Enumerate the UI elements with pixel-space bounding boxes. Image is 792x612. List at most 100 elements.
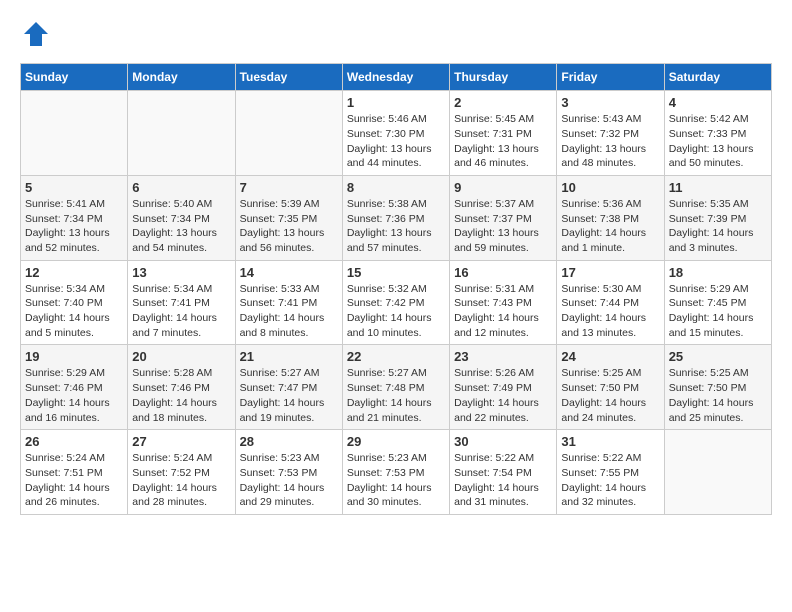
calendar-cell: 21 Sunrise: 5:27 AM Sunset: 7:47 PM Dayli… xyxy=(235,345,342,430)
logo xyxy=(20,20,50,53)
calendar-table: SundayMondayTuesdayWednesdayThursdayFrid… xyxy=(20,63,772,515)
logo-icon xyxy=(22,20,50,48)
day-number: 3 xyxy=(561,95,659,110)
day-number: 8 xyxy=(347,180,445,195)
day-info: Sunrise: 5:28 AM Sunset: 7:46 PM Dayligh… xyxy=(132,366,230,425)
weekday-header-saturday: Saturday xyxy=(664,64,771,91)
day-info: Sunrise: 5:45 AM Sunset: 7:31 PM Dayligh… xyxy=(454,112,552,171)
calendar-week-row: 26 Sunrise: 5:24 AM Sunset: 7:51 PM Dayli… xyxy=(21,430,772,515)
weekday-header-sunday: Sunday xyxy=(21,64,128,91)
day-number: 2 xyxy=(454,95,552,110)
day-info: Sunrise: 5:37 AM Sunset: 7:37 PM Dayligh… xyxy=(454,197,552,256)
calendar-cell: 10 Sunrise: 5:36 AM Sunset: 7:38 PM Dayli… xyxy=(557,175,664,260)
calendar-cell: 15Sunrise: 5:32 AM Sunset: 7:42 PM Dayli… xyxy=(342,260,449,345)
day-info: Sunrise: 5:27 AM Sunset: 7:47 PM Dayligh… xyxy=(240,366,338,425)
calendar-cell: 22Sunrise: 5:27 AM Sunset: 7:48 PM Dayli… xyxy=(342,345,449,430)
day-number: 18 xyxy=(669,265,767,280)
day-number: 25 xyxy=(669,349,767,364)
calendar-cell: 19 Sunrise: 5:29 AM Sunset: 7:46 PM Dayli… xyxy=(21,345,128,430)
day-info: Sunrise: 5:35 AM Sunset: 7:39 PM Dayligh… xyxy=(669,197,767,256)
day-info: Sunrise: 5:31 AM Sunset: 7:43 PM Dayligh… xyxy=(454,282,552,341)
day-number: 15 xyxy=(347,265,445,280)
day-info: Sunrise: 5:41 AM Sunset: 7:34 PM Dayligh… xyxy=(25,197,123,256)
day-info: Sunrise: 5:34 AM Sunset: 7:41 PM Dayligh… xyxy=(132,282,230,341)
calendar-cell: 28 Sunrise: 5:23 AM Sunset: 7:53 PM Dayli… xyxy=(235,430,342,515)
calendar-cell: 8Sunrise: 5:38 AM Sunset: 7:36 PM Daylig… xyxy=(342,175,449,260)
calendar-cell: 20 Sunrise: 5:28 AM Sunset: 7:46 PM Dayli… xyxy=(128,345,235,430)
day-number: 16 xyxy=(454,265,552,280)
day-info: Sunrise: 5:27 AM Sunset: 7:48 PM Dayligh… xyxy=(347,366,445,425)
day-info: Sunrise: 5:42 AM Sunset: 7:33 PM Dayligh… xyxy=(669,112,767,171)
day-info: Sunrise: 5:22 AM Sunset: 7:54 PM Dayligh… xyxy=(454,451,552,510)
calendar-week-row: 19 Sunrise: 5:29 AM Sunset: 7:46 PM Dayli… xyxy=(21,345,772,430)
day-number: 12 xyxy=(25,265,123,280)
day-info: Sunrise: 5:25 AM Sunset: 7:50 PM Dayligh… xyxy=(561,366,659,425)
calendar-cell: 2 Sunrise: 5:45 AM Sunset: 7:31 PM Daylig… xyxy=(450,91,557,176)
weekday-header-tuesday: Tuesday xyxy=(235,64,342,91)
day-number: 23 xyxy=(454,349,552,364)
calendar-cell xyxy=(21,91,128,176)
calendar-cell: 14 Sunrise: 5:33 AM Sunset: 7:41 PM Dayli… xyxy=(235,260,342,345)
day-number: 11 xyxy=(669,180,767,195)
day-number: 10 xyxy=(561,180,659,195)
calendar-cell: 13 Sunrise: 5:34 AM Sunset: 7:41 PM Dayli… xyxy=(128,260,235,345)
day-info: Sunrise: 5:46 AM Sunset: 7:30 PM Dayligh… xyxy=(347,112,445,171)
day-number: 14 xyxy=(240,265,338,280)
day-number: 26 xyxy=(25,434,123,449)
day-number: 19 xyxy=(25,349,123,364)
day-number: 28 xyxy=(240,434,338,449)
weekday-header-row: SundayMondayTuesdayWednesdayThursdayFrid… xyxy=(21,64,772,91)
calendar-cell: 30Sunrise: 5:22 AM Sunset: 7:54 PM Dayli… xyxy=(450,430,557,515)
day-number: 20 xyxy=(132,349,230,364)
day-info: Sunrise: 5:24 AM Sunset: 7:51 PM Dayligh… xyxy=(25,451,123,510)
calendar-cell: 3 Sunrise: 5:43 AM Sunset: 7:32 PM Daylig… xyxy=(557,91,664,176)
day-number: 1 xyxy=(347,95,445,110)
calendar-cell: 26 Sunrise: 5:24 AM Sunset: 7:51 PM Dayli… xyxy=(21,430,128,515)
day-info: Sunrise: 5:36 AM Sunset: 7:38 PM Dayligh… xyxy=(561,197,659,256)
weekday-header-wednesday: Wednesday xyxy=(342,64,449,91)
day-number: 31 xyxy=(561,434,659,449)
calendar-cell xyxy=(128,91,235,176)
page-header xyxy=(20,20,772,53)
day-number: 9 xyxy=(454,180,552,195)
weekday-header-thursday: Thursday xyxy=(450,64,557,91)
day-number: 13 xyxy=(132,265,230,280)
calendar-cell: 6 Sunrise: 5:40 AM Sunset: 7:34 PM Daylig… xyxy=(128,175,235,260)
day-info: Sunrise: 5:29 AM Sunset: 7:45 PM Dayligh… xyxy=(669,282,767,341)
day-number: 4 xyxy=(669,95,767,110)
calendar-cell: 1 Sunrise: 5:46 AM Sunset: 7:30 PM Daylig… xyxy=(342,91,449,176)
calendar-cell: 23 Sunrise: 5:26 AM Sunset: 7:49 PM Dayli… xyxy=(450,345,557,430)
calendar-cell: 27 Sunrise: 5:24 AM Sunset: 7:52 PM Dayli… xyxy=(128,430,235,515)
day-info: Sunrise: 5:25 AM Sunset: 7:50 PM Dayligh… xyxy=(669,366,767,425)
calendar-week-row: 12 Sunrise: 5:34 AM Sunset: 7:40 PM Dayli… xyxy=(21,260,772,345)
day-number: 27 xyxy=(132,434,230,449)
day-info: Sunrise: 5:33 AM Sunset: 7:41 PM Dayligh… xyxy=(240,282,338,341)
day-info: Sunrise: 5:30 AM Sunset: 7:44 PM Dayligh… xyxy=(561,282,659,341)
day-info: Sunrise: 5:43 AM Sunset: 7:32 PM Dayligh… xyxy=(561,112,659,171)
calendar-cell: 12 Sunrise: 5:34 AM Sunset: 7:40 PM Dayli… xyxy=(21,260,128,345)
day-number: 6 xyxy=(132,180,230,195)
calendar-cell: 25 Sunrise: 5:25 AM Sunset: 7:50 PM Dayli… xyxy=(664,345,771,430)
day-number: 29 xyxy=(347,434,445,449)
day-info: Sunrise: 5:24 AM Sunset: 7:52 PM Dayligh… xyxy=(132,451,230,510)
calendar-cell: 7Sunrise: 5:39 AM Sunset: 7:35 PM Daylig… xyxy=(235,175,342,260)
calendar-cell: 9 Sunrise: 5:37 AM Sunset: 7:37 PM Daylig… xyxy=(450,175,557,260)
day-info: Sunrise: 5:23 AM Sunset: 7:53 PM Dayligh… xyxy=(240,451,338,510)
day-number: 24 xyxy=(561,349,659,364)
day-info: Sunrise: 5:22 AM Sunset: 7:55 PM Dayligh… xyxy=(561,451,659,510)
calendar-cell: 31 Sunrise: 5:22 AM Sunset: 7:55 PM Dayli… xyxy=(557,430,664,515)
day-number: 21 xyxy=(240,349,338,364)
day-info: Sunrise: 5:34 AM Sunset: 7:40 PM Dayligh… xyxy=(25,282,123,341)
day-number: 17 xyxy=(561,265,659,280)
calendar-cell: 17 Sunrise: 5:30 AM Sunset: 7:44 PM Dayli… xyxy=(557,260,664,345)
day-info: Sunrise: 5:29 AM Sunset: 7:46 PM Dayligh… xyxy=(25,366,123,425)
weekday-header-monday: Monday xyxy=(128,64,235,91)
day-info: Sunrise: 5:39 AM Sunset: 7:35 PM Dayligh… xyxy=(240,197,338,256)
calendar-week-row: 5 Sunrise: 5:41 AM Sunset: 7:34 PM Daylig… xyxy=(21,175,772,260)
day-info: Sunrise: 5:40 AM Sunset: 7:34 PM Dayligh… xyxy=(132,197,230,256)
day-info: Sunrise: 5:23 AM Sunset: 7:53 PM Dayligh… xyxy=(347,451,445,510)
day-number: 5 xyxy=(25,180,123,195)
day-info: Sunrise: 5:26 AM Sunset: 7:49 PM Dayligh… xyxy=(454,366,552,425)
calendar-cell: 11 Sunrise: 5:35 AM Sunset: 7:39 PM Dayli… xyxy=(664,175,771,260)
calendar-cell: 29 Sunrise: 5:23 AM Sunset: 7:53 PM Dayli… xyxy=(342,430,449,515)
